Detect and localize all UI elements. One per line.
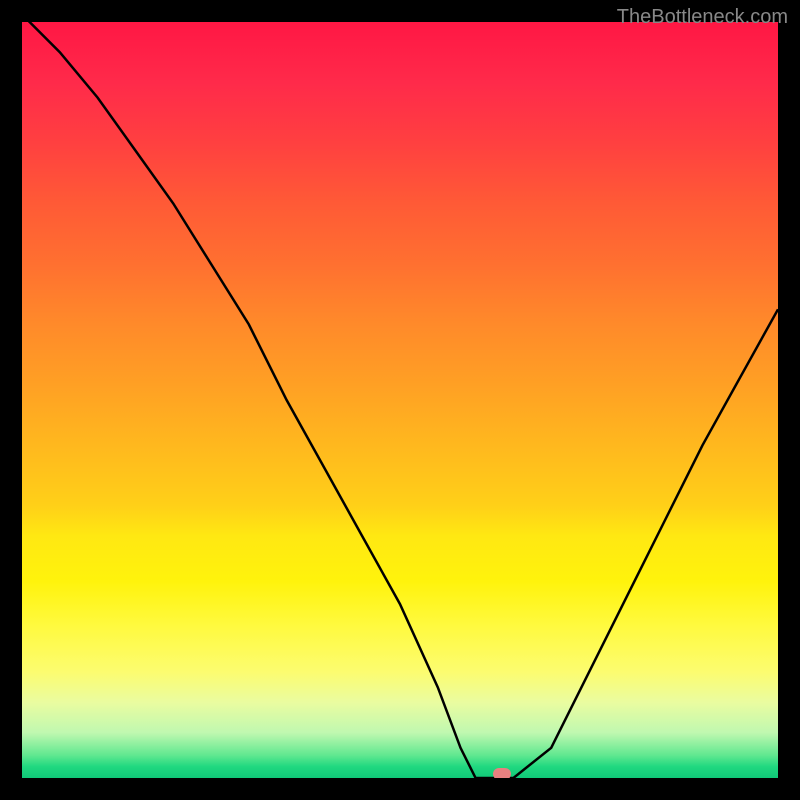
watermark-text: TheBottleneck.com (617, 6, 788, 29)
chart-container: TheBottleneck.com (0, 0, 800, 800)
bottleneck-curve-svg (22, 22, 778, 778)
optimum-marker-icon (493, 768, 511, 778)
bottleneck-curve-line (22, 22, 778, 778)
plot-area (22, 22, 778, 778)
